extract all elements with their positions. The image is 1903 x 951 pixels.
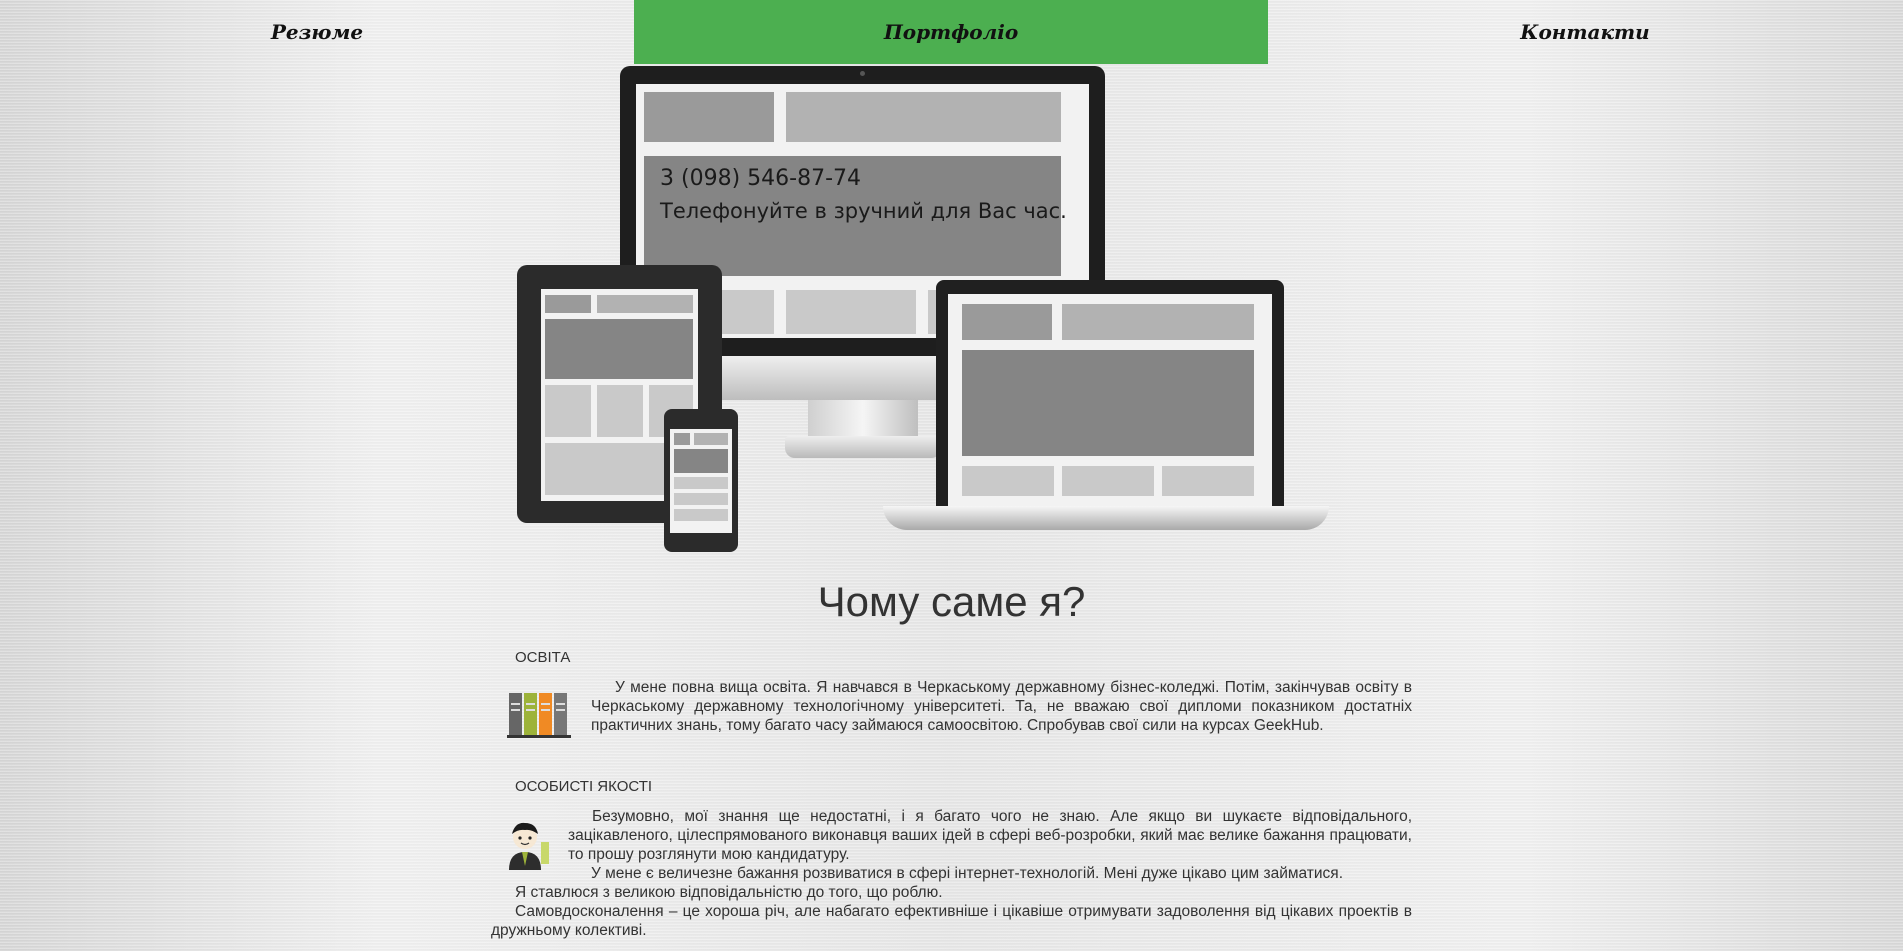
monitor-camera [860,71,865,76]
books-icon [507,693,571,738]
qualities-paragraph-4: Самовдосконалення – це хороша річ, але н… [491,903,1412,939]
qualities-title: ОСОБИСТІ ЯКОСТІ [515,778,653,795]
phone-number: 3 (098) 546-87-74 [660,166,861,191]
qualities-paragraph-3: Я ставлюся з великою відповідальністю до… [515,884,943,901]
monitor-base [785,436,941,458]
devices-illustration: 3 (098) 546-87-74 Телефонуйте в зручний … [0,0,1903,570]
call-text: Телефонуйте в зручний для Вас час. [660,199,1067,223]
smartphone-screen [670,429,732,533]
monitor-stand [808,400,918,438]
laptop-screen [948,294,1272,506]
page-heading: Чому саме я? [817,578,1086,625]
laptop [936,280,1284,506]
education-text: У мене повна вища освіта. Я навчався в Ч… [591,679,1412,734]
smartphone [664,409,738,552]
person-icon [509,822,549,870]
qualities-paragraph-1: Безумовно, мої знання ще недостатні, і я… [568,808,1412,863]
education-title: ОСВІТА [515,649,571,666]
qualities-paragraph-2: У мене є величезне бажання розвиватися в… [591,865,1343,882]
laptop-base [883,506,1329,530]
